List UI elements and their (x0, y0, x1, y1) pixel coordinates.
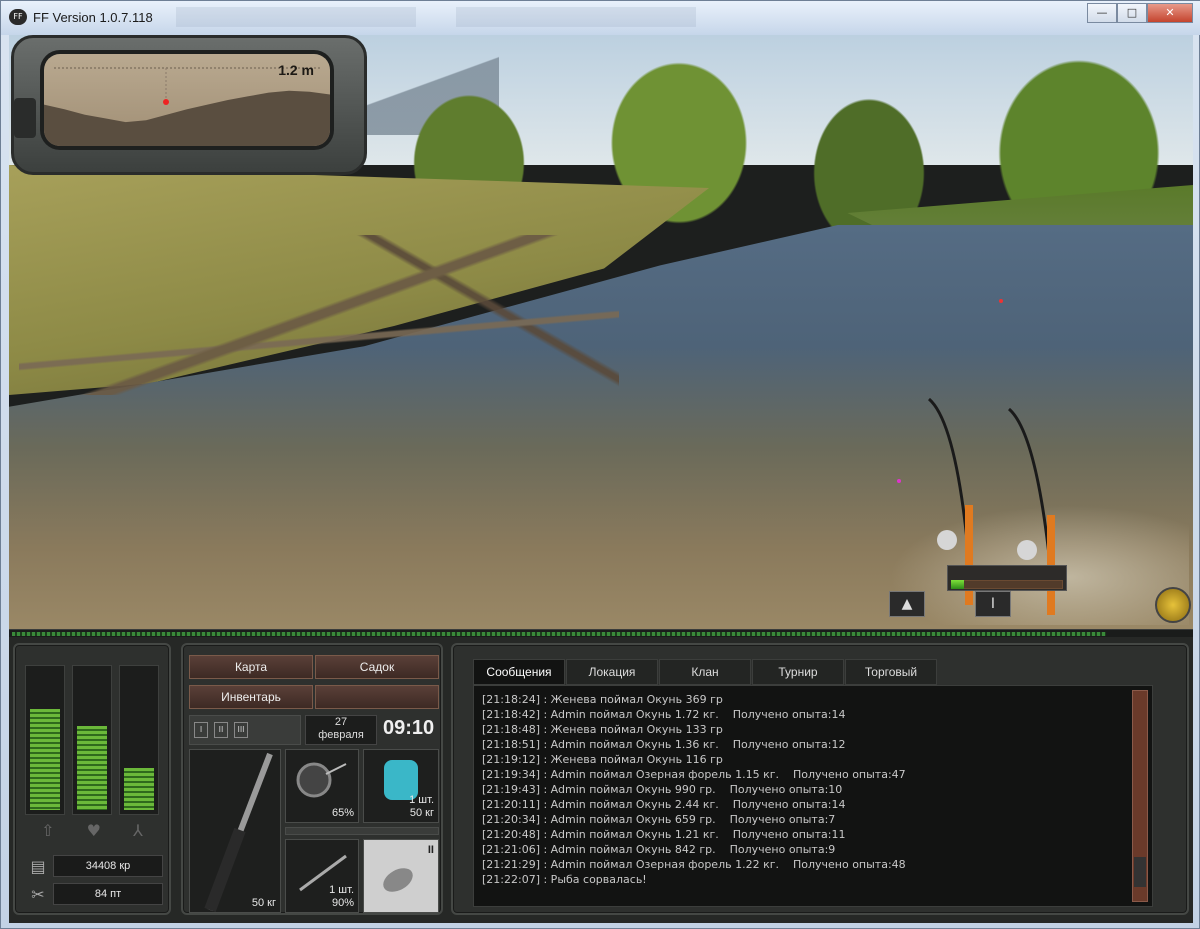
slot-divider (285, 827, 439, 835)
date-display: 27 февраля (305, 715, 377, 745)
date-month: февраля (318, 729, 364, 741)
inventory-button[interactable]: Инвентарь (189, 685, 313, 709)
fishing-scene[interactable]: ▲ I 1.2 m (9, 35, 1193, 629)
title-bar[interactable]: FF FF Version 1.0.7.118 — □ ✕ (1, 1, 1200, 35)
panel-hinge (14, 98, 36, 138)
bait-slot-label: 1 шт. 50 кг (409, 794, 434, 820)
chat-tab[interactable]: Сообщения (473, 659, 565, 685)
credits-row: ▤ 34408 кр (23, 853, 163, 879)
chat-message: [21:19:43] : Admin поймал Окунь 990 гр. … (482, 783, 843, 796)
keepnet-button[interactable]: Садок (315, 655, 439, 679)
bait-slot[interactable]: 1 шт. 50 кг (363, 749, 439, 823)
chat-message: [21:20:11] : Admin поймал Окунь 2.44 кг.… (482, 798, 846, 811)
chat-message: [21:19:12] : Женева поймал Окунь 116 гр (482, 753, 723, 766)
chat-message: [21:18:51] : Admin поймал Окунь 1.36 кг.… (482, 738, 846, 751)
hook-condition: 90% (331, 897, 354, 909)
chat-message: [21:18:48] : Женева поймал Окунь 133 гр (482, 723, 723, 736)
chat-message: [21:18:24] : Женева поймал Окунь 369 гр (482, 693, 723, 706)
rod-number-button[interactable]: I (975, 591, 1011, 617)
points-value: 84 пт (53, 883, 163, 905)
map-button[interactable]: Карта (189, 655, 313, 679)
hook-count: 1 шт. (329, 884, 354, 896)
bottom-profile-shape (44, 90, 330, 146)
view-button-3[interactable]: III (234, 722, 248, 738)
depth-value: 1.2 m (278, 62, 314, 78)
chat-message: [21:18:42] : Admin поймал Окунь 1.72 кг.… (482, 708, 846, 721)
reel-slot[interactable]: 65% (285, 749, 359, 823)
tension-track (951, 580, 1063, 589)
chat-panel: Сообщения Локация Клан Турнир Торговый [21:1… (451, 643, 1189, 915)
stamina-bar (25, 665, 65, 815)
compass-icon[interactable] (1155, 587, 1191, 623)
chat-tab[interactable]: Клан (659, 659, 751, 685)
app-icon: FF (9, 9, 27, 25)
points-row: ✂ 84 пт (23, 881, 163, 907)
hook-position-marker (163, 99, 169, 105)
rod-select-icon[interactable]: ▲ (889, 591, 925, 617)
game-viewport: ▲ I 1.2 m ⇧ ♥ ⅄ ▤ 34408 кр ✂ 84 пт Карта… (9, 35, 1193, 923)
chat-message: [21:20:48] : Admin поймал Окунь 1.21 кг.… (482, 828, 846, 841)
health-bar (72, 665, 112, 815)
hook-slot[interactable]: 1 шт. 90% (285, 839, 359, 913)
date-day: 27 (334, 716, 348, 728)
catch-progress-fill (12, 632, 1106, 636)
bottom-hud: ⇧ ♥ ⅄ ▤ 34408 кр ✂ 84 пт Карта Садок Инв… (9, 637, 1193, 923)
tension-fill (951, 580, 964, 589)
depth-screen: 1.2 m (44, 54, 330, 146)
view-button-1[interactable]: I (194, 722, 208, 738)
fallen-branches (19, 235, 619, 395)
chat-log[interactable]: [21:18:24] : Женева поймал Окунь 369 гр [… (473, 685, 1153, 907)
maximize-button[interactable]: □ (1117, 3, 1147, 23)
depth-meter: 1.2 m (11, 35, 367, 175)
line-tension-bar (947, 565, 1067, 591)
chat-message: [21:21:06] : Admin поймал Окунь 842 гр. … (482, 843, 836, 856)
chat-tabs: Сообщения Локация Клан Турнир Торговый (473, 659, 938, 685)
chat-scroll-thumb[interactable] (1134, 857, 1146, 887)
chat-message: [21:20:34] : Admin поймал Окунь 659 гр. … (482, 813, 836, 826)
chat-message: [21:21:29] : Admin поймал Озерная форель… (482, 858, 906, 871)
chat-message: [21:22:07] : Рыба сорвалась! (482, 873, 647, 886)
bait-count: 1 шт. (409, 794, 434, 806)
view-button-2[interactable]: II (214, 722, 228, 738)
reel-slot-label: 65% (331, 807, 354, 819)
chat-tab[interactable]: Торговый (845, 659, 937, 685)
chat-scrollbar[interactable] (1132, 690, 1148, 902)
branch-icon: ⅄ (133, 821, 143, 840)
up-arrow-icon: ⇧ (41, 821, 55, 840)
rod-slot[interactable]: 50 кг (189, 749, 281, 913)
time-display: 09:10 (383, 717, 435, 739)
window-title: FF Version 1.0.7.118 (33, 10, 153, 25)
lure-slot-label: II (427, 844, 434, 856)
player-stats-panel: ⇧ ♥ ⅄ ▤ 34408 кр ✂ 84 пт (13, 643, 171, 915)
chat-tab[interactable]: Турнир (752, 659, 844, 685)
view-switch: I II III (189, 715, 301, 745)
background-taskbar-ghost (176, 7, 736, 27)
experience-bar (119, 665, 159, 815)
lure-slot[interactable]: II (363, 839, 439, 913)
credits-value: 34408 кр (53, 855, 163, 877)
heart-icon: ♥ (86, 821, 101, 840)
rod-icon (204, 752, 273, 912)
minimize-button[interactable]: — (1087, 3, 1117, 23)
chat-tab[interactable]: Локация (566, 659, 658, 685)
experience-fill (124, 768, 154, 810)
chat-message: [21:19:34] : Admin поймал Озерная форель… (482, 768, 906, 781)
health-fill (77, 726, 107, 810)
chat-lines: [21:18:24] : Женева поймал Окунь 369 гр [… (482, 692, 1144, 887)
rod-slot-label: 50 кг (251, 897, 276, 909)
close-button[interactable]: ✕ (1147, 3, 1193, 23)
catch-progress-strip (9, 629, 1193, 637)
stamina-fill (30, 709, 60, 810)
bait-weight: 50 кг (409, 807, 434, 819)
tackle-panel: Карта Садок Инвентарь I II III 27 феврал… (181, 643, 443, 915)
money-icon: ▤ (30, 856, 46, 876)
empty-menu-button[interactable] (315, 685, 439, 709)
hook-slot-label: 1 шт. 90% (329, 884, 354, 910)
tools-icon: ✂ (31, 884, 45, 904)
app-window: FF FF Version 1.0.7.118 — □ ✕ ▲ I 1.2 m … (0, 0, 1200, 929)
